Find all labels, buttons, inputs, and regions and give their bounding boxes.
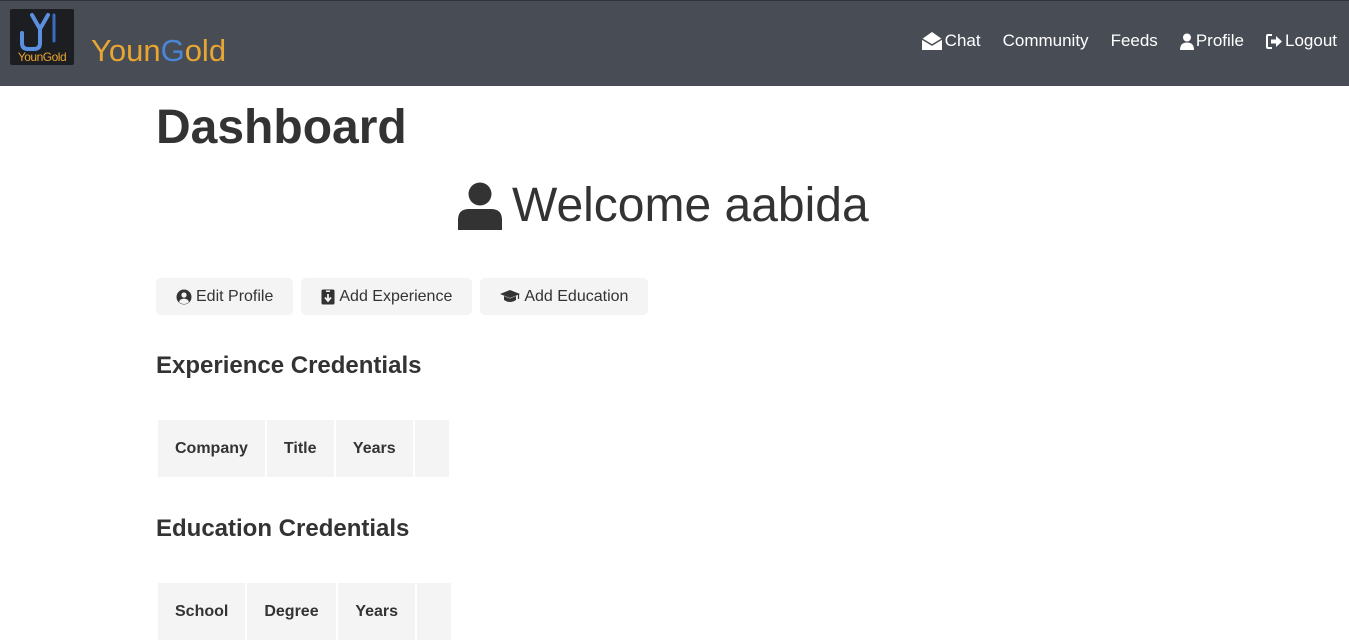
nav-profile-link[interactable]: Profile xyxy=(1179,31,1244,51)
page-title: Dashboard xyxy=(156,101,407,154)
edit-profile-label: Edit Profile xyxy=(196,287,274,305)
add-experience-label: Add Experience xyxy=(339,287,453,305)
add-education-label: Add Education xyxy=(524,287,629,305)
column-header-years: Years xyxy=(338,583,418,640)
education-section-title: Education Credentials xyxy=(156,515,410,542)
user-icon xyxy=(458,182,502,230)
envelope-open-icon xyxy=(921,32,943,50)
table-header-row: School Degree Years xyxy=(158,583,452,640)
column-header-actions xyxy=(414,420,449,477)
id-badge-icon xyxy=(321,289,335,304)
nav-logout-label: Logout xyxy=(1285,31,1337,50)
column-header-school: School xyxy=(158,583,248,640)
experience-section-title: Experience Credentials xyxy=(156,352,422,379)
sign-out-icon xyxy=(1266,33,1282,49)
welcome-text: Welcome aabida xyxy=(512,179,869,232)
column-header-title: Title xyxy=(266,420,336,477)
add-education-button[interactable]: Add Education xyxy=(480,278,649,315)
logo-icon xyxy=(20,13,56,51)
nav-profile-label: Profile xyxy=(1195,31,1244,50)
education-table: School Degree Years xyxy=(158,583,452,640)
nav-community-label: Community xyxy=(1002,31,1089,50)
column-header-years: Years xyxy=(335,420,415,477)
experience-table: Company Title Years xyxy=(158,420,449,477)
nav-feeds-link[interactable]: Feeds xyxy=(1111,31,1158,51)
logo-caption: YounGold xyxy=(17,50,67,64)
user-circle-icon xyxy=(176,289,192,304)
column-header-company: Company xyxy=(158,420,267,477)
nav-community-link[interactable]: Community xyxy=(1003,31,1089,51)
brand-part-1: Youn xyxy=(91,33,161,68)
dashboard-actions: Edit Profile Add Experience Add Educatio… xyxy=(156,278,649,315)
nav-feeds-label: Feeds xyxy=(1110,31,1158,50)
graduation-cap-icon xyxy=(500,290,521,302)
user-icon xyxy=(1179,33,1194,50)
nav-links: Chat Community Feeds Profile Logout xyxy=(921,31,1337,51)
navbar: YounGold YounGold Chat Community Feeds P… xyxy=(0,0,1349,86)
nav-chat-label: Chat xyxy=(944,31,981,50)
table-header-row: Company Title Years xyxy=(158,420,449,477)
nav-logout-link[interactable]: Logout xyxy=(1266,31,1337,51)
edit-profile-button[interactable]: Edit Profile xyxy=(156,278,294,315)
brand-name[interactable]: YounGold xyxy=(91,33,226,69)
brand-part-2: G xyxy=(160,33,185,68)
nav-chat-link[interactable]: Chat xyxy=(921,31,981,51)
column-header-degree: Degree xyxy=(247,583,339,640)
brand-part-3: old xyxy=(184,33,227,68)
add-experience-button[interactable]: Add Experience xyxy=(301,278,473,315)
welcome-heading: Welcome aabida xyxy=(458,178,898,233)
logo[interactable]: YounGold xyxy=(10,9,74,65)
column-header-actions xyxy=(417,583,452,640)
